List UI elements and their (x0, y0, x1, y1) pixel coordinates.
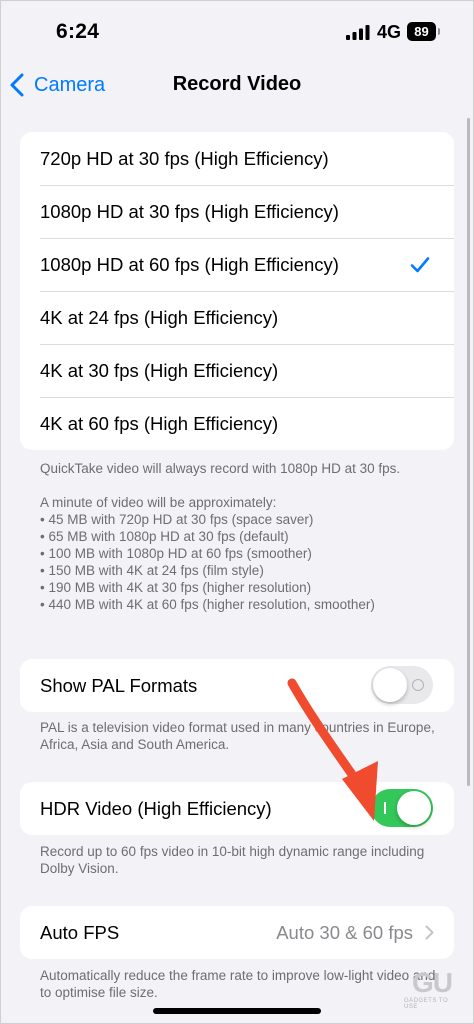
resolution-option-1080p-60[interactable]: 1080p HD at 60 fps (High Efficiency) (20, 238, 454, 291)
cellular-signal-icon (346, 25, 370, 40)
page-title: Record Video (172, 73, 302, 95)
toggle-on-indicator-icon (384, 802, 386, 814)
resolution-option-1080p-30[interactable]: 1080p HD at 30 fps (High Efficiency) (20, 185, 454, 238)
battery-icon: 89 (407, 22, 440, 41)
size-list: 45 MB with 720p HD at 30 fps (space save… (40, 511, 440, 613)
auto-fps-label: Auto FPS (40, 921, 120, 943)
watermark-logo-mark: GU (412, 967, 453, 998)
status-time: 6:24 (56, 20, 100, 43)
hdr-footer: Record up to 60 fps video in 10-bit high… (40, 844, 425, 876)
pal-footer: PAL is a television video format used in… (40, 720, 435, 752)
size-list-item: 100 MB with 1080p HD at 60 fps (smoother… (40, 545, 440, 562)
option-label: 720p HD at 30 fps (High Efficiency) (40, 147, 329, 169)
option-label: 4K at 30 fps (High Efficiency) (40, 359, 279, 381)
toggle-knob (397, 791, 431, 825)
resolution-option-720p-30[interactable]: 720p HD at 30 fps (High Efficiency) (20, 132, 454, 185)
checkmark-icon (410, 256, 430, 272)
pal-formats-group: Show PAL Formats (20, 659, 454, 712)
option-label: 4K at 24 fps (High Efficiency) (40, 306, 279, 328)
toggle-off-indicator-icon (412, 679, 424, 691)
auto-fps-group: Auto FPS Auto 30 & 60 fps (20, 906, 454, 959)
toggle-knob (373, 668, 407, 702)
quicktake-note: QuickTake video will always record with … (40, 461, 401, 476)
option-label: 1080p HD at 60 fps (High Efficiency) (40, 253, 339, 275)
resolution-info-footer: QuickTake video will always record with … (40, 460, 440, 613)
status-bar: 6:24 4G 89 (0, 0, 474, 62)
size-list-item: 45 MB with 720p HD at 30 fps (space save… (40, 511, 440, 528)
resolution-options-list: 720p HD at 30 fps (High Efficiency) 1080… (20, 132, 454, 450)
resolution-option-4k-60[interactable]: 4K at 60 fps (High Efficiency) (20, 397, 454, 450)
size-list-item: 440 MB with 4K at 60 fps (higher resolut… (40, 596, 440, 613)
auto-fps-footer: Automatically reduce the frame rate to i… (40, 968, 436, 1000)
watermark-text: GADGETS TO USE (404, 998, 449, 1010)
resolution-option-4k-24[interactable]: 4K at 24 fps (High Efficiency) (20, 291, 454, 344)
size-list-item: 190 MB with 4K at 30 fps (higher resolut… (40, 579, 440, 596)
network-type-label: 4G (377, 22, 402, 42)
pal-formats-toggle[interactable] (371, 666, 433, 704)
size-list-item: 65 MB with 1080p HD at 30 fps (default) (40, 528, 440, 545)
size-list-item: 150 MB with 4K at 24 fps (film style) (40, 562, 440, 579)
hdr-video-toggle[interactable] (371, 789, 433, 827)
chevron-right-icon (425, 925, 434, 940)
option-label: 1080p HD at 30 fps (High Efficiency) (40, 200, 339, 222)
watermark-logo: GU GADGETS TO USE (404, 968, 460, 1014)
auto-fps-value: Auto 30 & 60 fps (276, 921, 413, 943)
auto-fps-row[interactable]: Auto FPS Auto 30 & 60 fps (20, 906, 454, 959)
size-intro: A minute of video will be approximately: (40, 495, 277, 510)
scrollbar[interactable] (467, 118, 470, 786)
hdr-video-group: HDR Video (High Efficiency) (20, 782, 454, 835)
option-label: 4K at 60 fps (High Efficiency) (40, 412, 279, 434)
home-indicator[interactable] (153, 1008, 321, 1014)
resolution-option-4k-30[interactable]: 4K at 30 fps (High Efficiency) (20, 344, 454, 397)
